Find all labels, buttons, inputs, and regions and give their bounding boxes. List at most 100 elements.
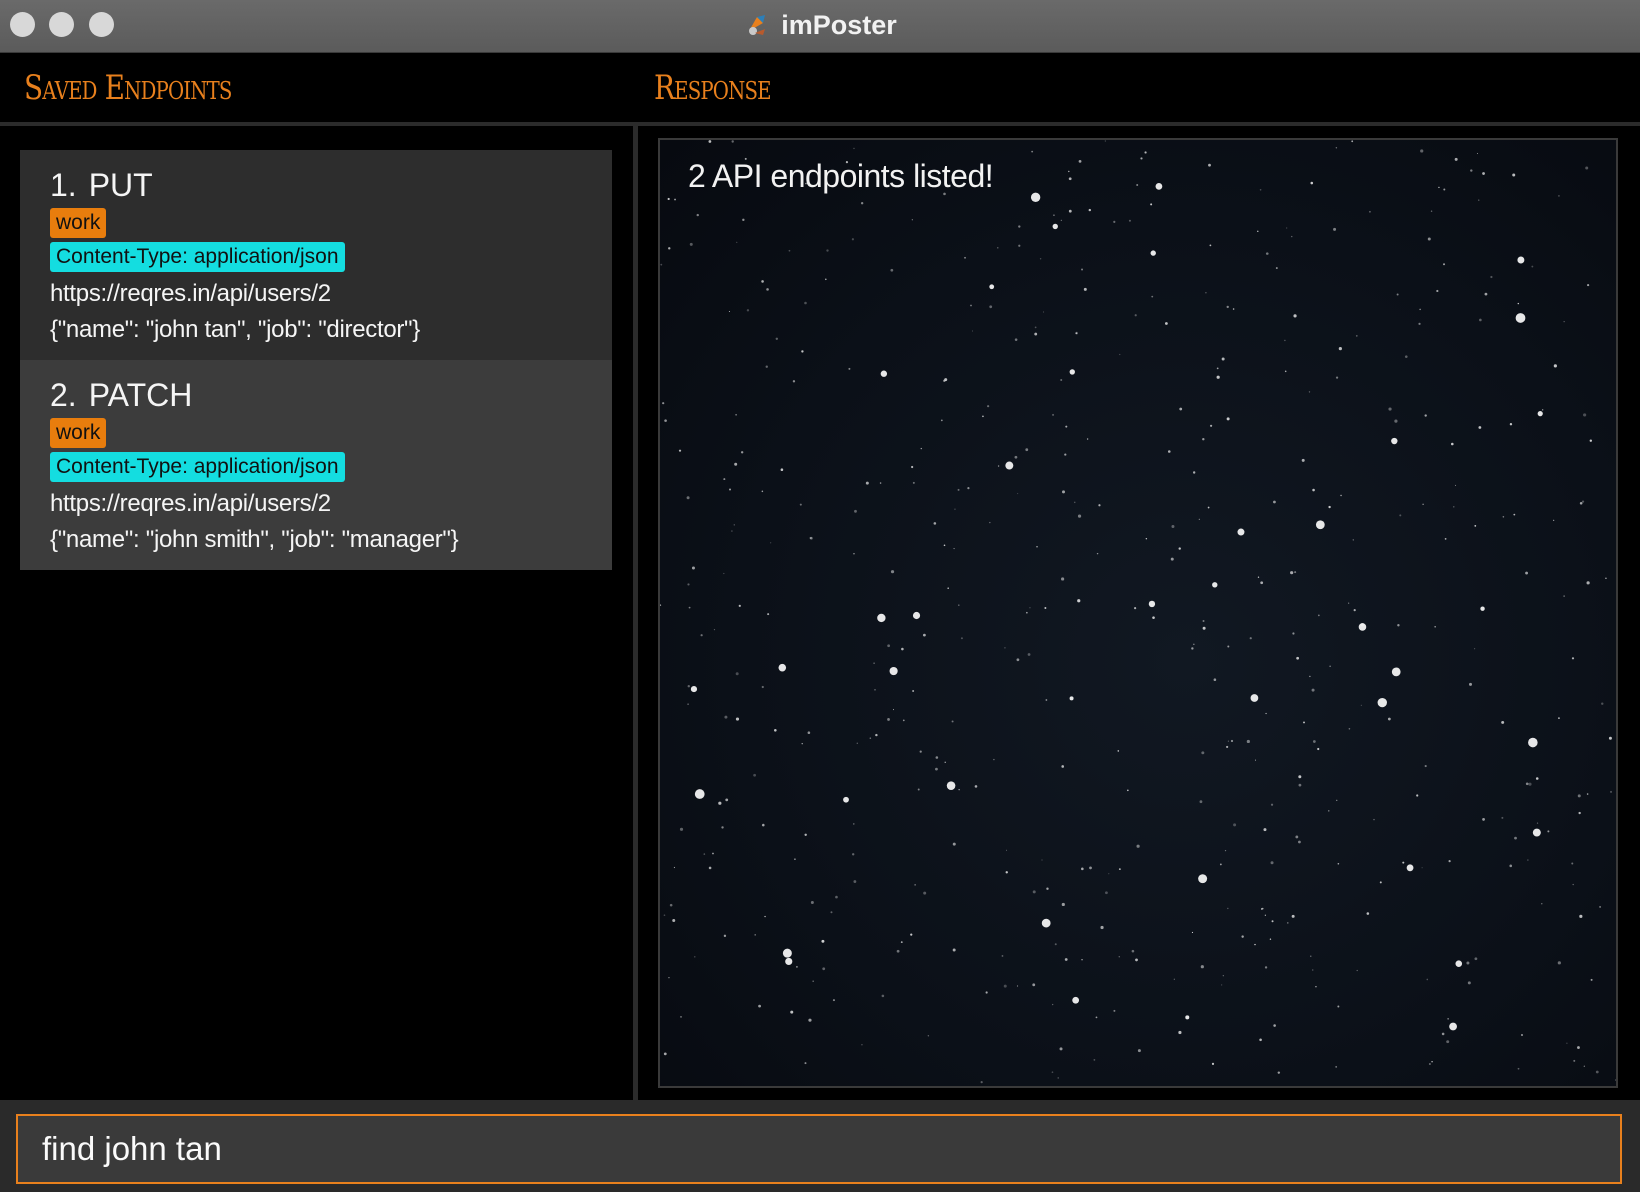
star — [832, 999, 835, 1002]
star — [1068, 209, 1072, 213]
star — [912, 611, 921, 620]
star — [1119, 353, 1121, 356]
star — [761, 280, 764, 283]
star — [1377, 697, 1387, 708]
star — [1209, 244, 1212, 247]
star — [1259, 188, 1262, 191]
star — [1198, 518, 1200, 520]
response-panel[interactable]: 2 API endpoints listed! — [658, 138, 1618, 1088]
star — [1387, 717, 1391, 721]
star — [1309, 675, 1311, 678]
star — [678, 449, 682, 452]
star — [1025, 448, 1029, 452]
star — [1057, 1077, 1060, 1079]
star — [674, 198, 676, 201]
star — [1438, 186, 1440, 189]
star — [1017, 493, 1019, 495]
star — [1397, 624, 1400, 627]
star — [914, 884, 916, 886]
star — [703, 853, 706, 855]
star — [1052, 223, 1058, 230]
star — [1030, 192, 1041, 203]
star — [944, 761, 946, 763]
star — [1599, 906, 1601, 908]
star — [1005, 871, 1008, 874]
star — [1226, 745, 1229, 749]
star — [1394, 419, 1398, 423]
star — [911, 219, 913, 221]
star — [922, 633, 926, 637]
star — [1595, 1070, 1599, 1074]
star — [1388, 407, 1392, 411]
star — [1170, 557, 1174, 561]
starfield-background — [660, 140, 1616, 1084]
star — [1202, 619, 1205, 622]
star — [877, 613, 886, 623]
star — [780, 468, 784, 472]
endpoint-list[interactable]: 1. PUT work Content-Type: application/js… — [20, 150, 612, 570]
endpoint-card[interactable]: 1. PUT work Content-Type: application/js… — [20, 150, 612, 360]
star — [1317, 747, 1320, 751]
star — [860, 202, 864, 205]
panel-divider[interactable] — [633, 126, 638, 1100]
star — [853, 147, 855, 150]
star — [1352, 539, 1354, 541]
star — [1185, 1015, 1190, 1020]
star — [1557, 961, 1561, 965]
star — [927, 1035, 930, 1037]
star — [1192, 471, 1196, 474]
star — [1270, 861, 1274, 865]
star — [1447, 1018, 1449, 1020]
star — [1137, 1049, 1141, 1053]
endpoint-method: PUT — [88, 167, 153, 203]
star — [690, 685, 698, 693]
star — [1353, 609, 1356, 612]
star — [1219, 863, 1222, 866]
star — [1216, 375, 1220, 379]
star — [1517, 256, 1525, 264]
tag-badge: work — [50, 208, 107, 238]
star — [1369, 210, 1371, 213]
star — [1241, 935, 1244, 938]
star — [1046, 887, 1049, 890]
star — [1482, 818, 1485, 821]
star — [1014, 338, 1018, 341]
command-input[interactable] — [16, 1114, 1622, 1184]
star — [1029, 607, 1031, 609]
star — [1484, 292, 1488, 296]
star — [1467, 981, 1471, 985]
star — [1448, 860, 1451, 863]
star — [1036, 546, 1038, 548]
endpoint-card[interactable]: 2. PATCH work Content-Type: application/… — [20, 360, 612, 570]
star — [1068, 177, 1072, 181]
star — [1404, 355, 1408, 358]
star — [875, 733, 878, 737]
star — [775, 337, 779, 340]
star — [663, 1052, 667, 1056]
star — [1105, 891, 1108, 895]
star — [1072, 996, 1080, 1004]
star — [917, 788, 920, 791]
star — [1074, 501, 1076, 504]
star — [1528, 782, 1532, 786]
star — [1065, 425, 1068, 428]
star — [1391, 667, 1401, 677]
star — [1312, 740, 1316, 743]
star — [923, 891, 927, 895]
star — [893, 709, 895, 711]
star — [856, 742, 858, 744]
star — [1096, 552, 1099, 555]
star — [754, 934, 756, 936]
star — [1221, 984, 1223, 986]
star — [1391, 437, 1398, 445]
star — [1150, 250, 1156, 256]
star — [1077, 514, 1082, 518]
star — [1615, 1079, 1616, 1081]
star — [1298, 783, 1302, 787]
star — [1127, 789, 1129, 792]
star — [1293, 314, 1297, 318]
star — [1579, 501, 1583, 505]
star — [1589, 439, 1593, 442]
star — [1441, 1032, 1445, 1036]
star — [1051, 1071, 1054, 1073]
